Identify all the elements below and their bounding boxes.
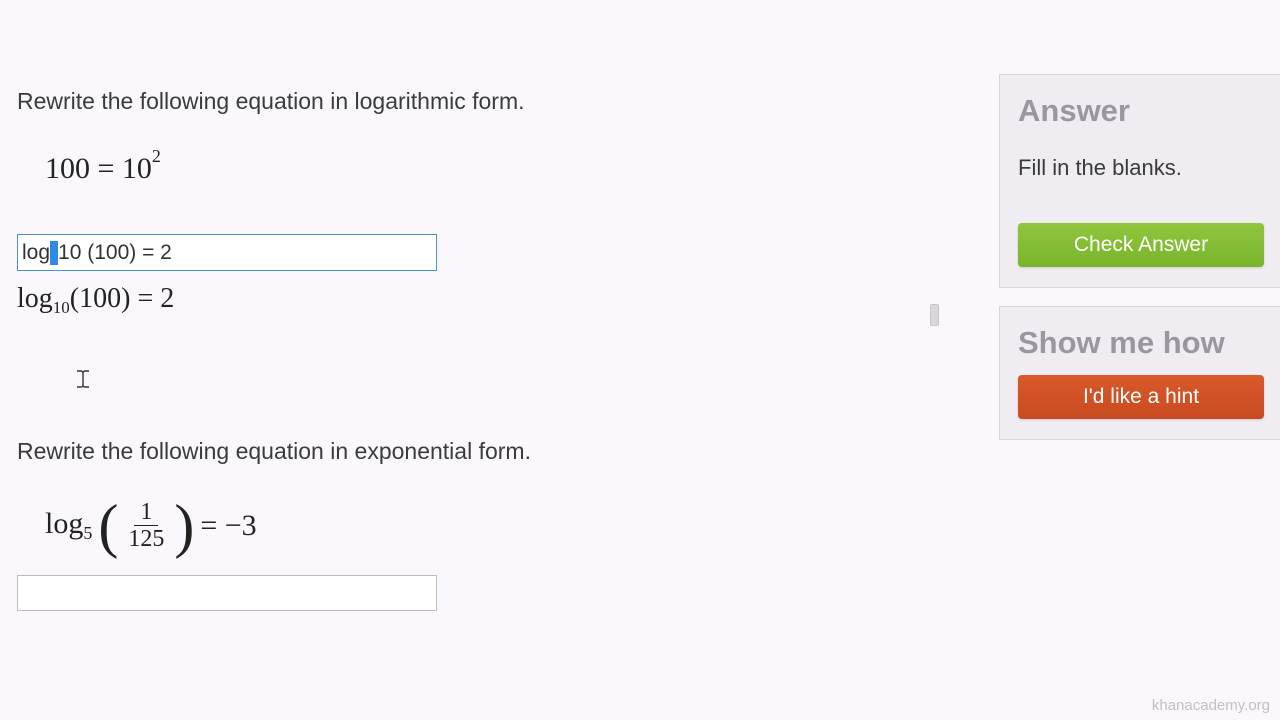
input-pre-text: log: [22, 241, 50, 265]
preview-rhs: = 2: [137, 283, 174, 314]
answer-panel: Answer Fill in the blanks. Check Answer: [999, 74, 1280, 288]
question2-equation: log5 ( 1 125 ) = −3: [45, 499, 967, 553]
left-paren-icon: (: [98, 502, 118, 550]
eq1-equals: =: [98, 152, 122, 185]
check-answer-button[interactable]: Check Answer: [1018, 223, 1264, 267]
question2-prompt: Rewrite the following equation in expone…: [17, 438, 967, 465]
hint-panel-title: Show me how: [1018, 325, 1264, 361]
fraction-denominator: 125: [126, 526, 166, 552]
scrollbar-thumb[interactable]: [930, 304, 939, 326]
question1-prompt: Rewrite the following equation in logari…: [17, 88, 967, 115]
hint-panel: Show me how I'd like a hint: [999, 306, 1280, 440]
right-paren-icon: ): [174, 502, 194, 550]
eq1-exponent: 2: [152, 146, 161, 166]
answer-input-2[interactable]: [17, 575, 437, 611]
main-content: Rewrite the following equation in logari…: [17, 88, 967, 611]
answer-input-1[interactable]: log 10 (100) = 2: [17, 234, 437, 271]
question1-equation: 100 = 102: [45, 147, 967, 184]
eq1-lhs: 100: [45, 152, 90, 185]
answer-panel-title: Answer: [1018, 93, 1264, 129]
eq1-base: 10: [122, 152, 152, 185]
preview-log: log: [17, 283, 53, 314]
input-post-text: 10 (100) = 2: [58, 241, 172, 265]
eq2-rhs: = −3: [200, 509, 256, 543]
eq2-log: log5: [45, 507, 92, 544]
eq2-fraction: 1 125: [126, 499, 166, 553]
preview-arg: (100): [70, 283, 131, 314]
sidebar: Answer Fill in the blanks. Check Answer …: [999, 74, 1280, 458]
answer-panel-text: Fill in the blanks.: [1018, 155, 1264, 181]
text-selection-highlight: [50, 241, 58, 265]
watermark: khanacademy.org: [1152, 697, 1270, 714]
text-cursor-icon: [75, 369, 91, 389]
answer-preview-1: log10(100) = 2: [17, 283, 967, 318]
fraction-numerator: 1: [134, 499, 158, 526]
preview-base: 10: [53, 298, 70, 317]
hint-button[interactable]: I'd like a hint: [1018, 375, 1264, 419]
